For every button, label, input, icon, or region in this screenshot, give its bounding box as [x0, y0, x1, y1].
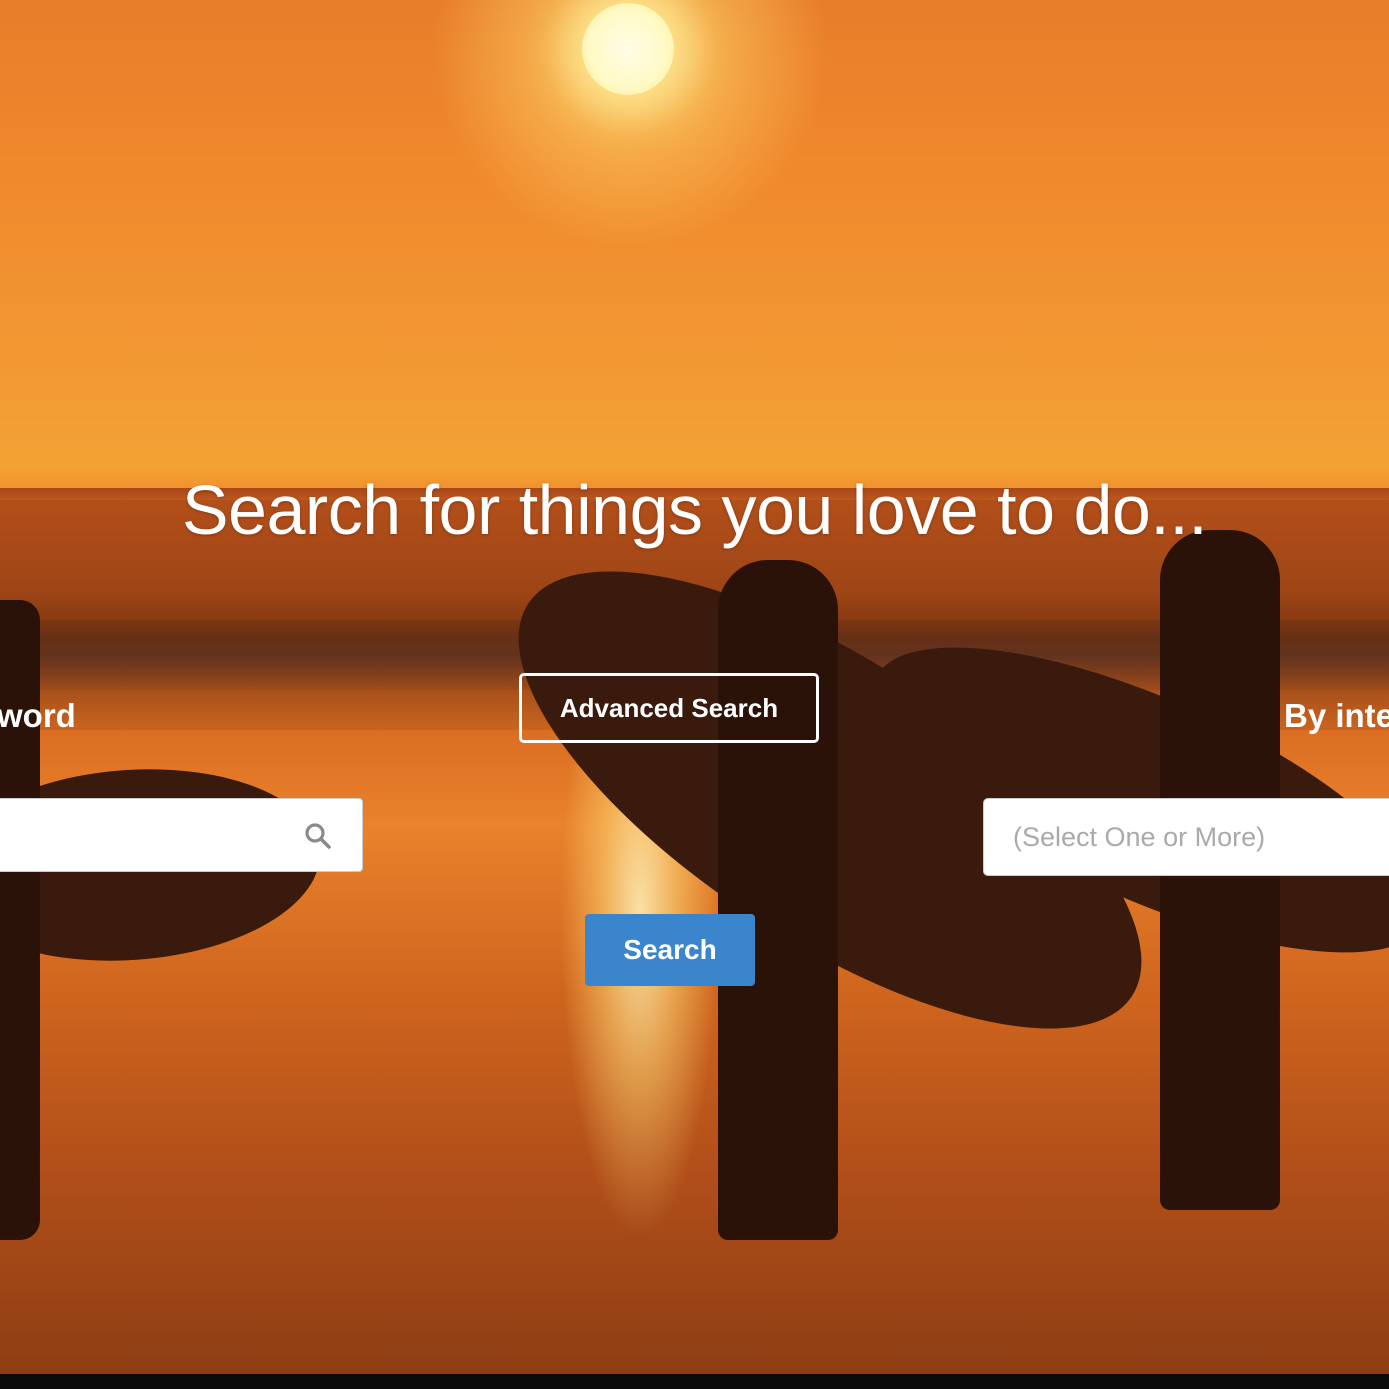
surfer-left: [0, 600, 40, 1240]
interest-label: By inte: [1284, 697, 1389, 734]
page-headline: Search for things you love to do...: [181, 471, 1208, 549]
interest-select[interactable]: (Select One or More): [983, 798, 1389, 876]
surfer-center: [718, 560, 838, 1240]
bottom-bar: [0, 1374, 1389, 1389]
keyword-input[interactable]: [0, 799, 291, 871]
interest-placeholder: (Select One or More): [1013, 821, 1266, 852]
keyword-label: word: [0, 697, 76, 734]
search-button[interactable]: Search: [585, 914, 755, 986]
keyword-search-field: [0, 798, 363, 872]
search-icon[interactable]: [304, 822, 332, 850]
sun: [582, 3, 674, 95]
advanced-search-button[interactable]: Advanced Search: [519, 673, 819, 743]
